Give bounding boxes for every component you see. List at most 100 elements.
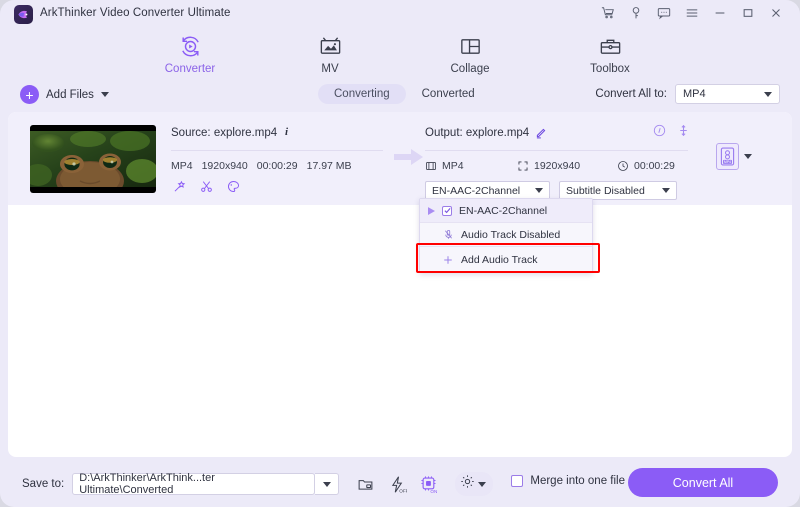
add-files-button[interactable]: + Add Files: [20, 85, 109, 104]
scissors-icon[interactable]: [200, 180, 213, 193]
output-header: Output: explore.mp4: [425, 124, 690, 142]
chevron-down-icon: [535, 188, 543, 193]
convert-all-to-value: MP4: [683, 88, 706, 100]
output-format: MP4: [442, 160, 464, 172]
app-window: ArkThinker Video Converter Ultimate Conv…: [0, 0, 800, 507]
resize-icon: [518, 161, 528, 171]
key-icon[interactable]: [622, 0, 650, 26]
save-to-group: Save to: D:\ArkThinker\ArkThink...ter Ul…: [22, 472, 494, 496]
info-circle-icon[interactable]: [653, 124, 666, 142]
format-badge-icon: MP4: [716, 143, 739, 170]
window-controls: [594, 0, 790, 26]
convert-all-to-group: Convert All to: MP4: [595, 84, 780, 104]
bottom-bar: Save to: D:\ArkThinker\ArkThink...ter Ul…: [0, 457, 800, 507]
tab-converting[interactable]: Converting: [318, 84, 406, 104]
edit-pencil-icon[interactable]: [535, 128, 546, 139]
tab-label: Converter: [164, 63, 216, 75]
source-resolution: 1920x940: [201, 160, 248, 172]
cart-icon[interactable]: [594, 0, 622, 26]
dropdown-item-en-aac-2channel[interactable]: EN-AAC-2Channel: [420, 199, 592, 222]
tab-mv[interactable]: MV: [283, 28, 377, 75]
tab-converted[interactable]: Converted: [406, 84, 491, 104]
save-to-path-dropdown[interactable]: [315, 473, 340, 495]
dropdown-item-audio-track-disabled[interactable]: Audio Track Disabled: [420, 223, 592, 246]
output-actions: [653, 124, 690, 142]
output-duration-group: 00:00:29: [617, 160, 675, 172]
dropdown-item-label: EN-AAC-2Channel: [459, 204, 548, 217]
mv-icon: [318, 32, 343, 60]
source-header: Source: explore.mp4 i: [171, 124, 386, 142]
maximize-icon[interactable]: [734, 0, 762, 26]
chevron-down-icon: [322, 481, 331, 487]
play-triangle-icon: [428, 206, 435, 215]
gpu-acceleration-on-icon[interactable]: ON: [417, 472, 441, 496]
status-filter-tabs: Converting Converted: [318, 84, 491, 104]
tab-label: Collage: [450, 63, 490, 75]
merge-split-icon[interactable]: [677, 124, 690, 142]
chevron-down-icon: [478, 481, 487, 487]
file-item-card: Source: explore.mp4 i MP4 1920x940 00:00…: [8, 112, 792, 205]
svg-text:i: i: [285, 126, 289, 137]
convert-all-to-label: Convert All to:: [595, 88, 667, 100]
conversion-arrow-icon: [394, 148, 424, 171]
toolbox-icon: [598, 32, 623, 60]
title-bar: ArkThinker Video Converter Ultimate: [0, 0, 800, 26]
audio-track-value: EN-AAC-2Channel: [432, 184, 521, 197]
subtitle-value: Subtitle Disabled: [566, 184, 645, 197]
film-icon: [426, 162, 436, 170]
output-resolution: 1920x940: [534, 160, 581, 172]
tab-label: Toolbox: [590, 63, 630, 75]
output-format-group: MP4: [425, 160, 517, 172]
converter-icon: [178, 32, 203, 60]
source-tool-icons: [173, 180, 386, 193]
tab-collage[interactable]: Collage: [423, 28, 517, 75]
menu-icon[interactable]: [678, 0, 706, 26]
chevron-down-icon[interactable]: [744, 154, 752, 159]
magic-wand-icon[interactable]: [173, 180, 186, 193]
output-format-button[interactable]: MP4: [716, 143, 752, 170]
chevron-down-icon: [764, 91, 772, 97]
microphone-off-icon: [445, 229, 452, 239]
window-title: ArkThinker Video Converter Ultimate: [40, 7, 231, 19]
output-divider: [425, 150, 688, 151]
convert-all-button[interactable]: Convert All: [628, 468, 778, 497]
source-column: Source: explore.mp4 i MP4 1920x940 00:00…: [171, 124, 386, 193]
file-list-panel: Source: explore.mp4 i MP4 1920x940 00:00…: [8, 112, 792, 457]
add-files-label: Add Files: [46, 88, 94, 101]
feedback-icon[interactable]: [650, 0, 678, 26]
video-thumbnail[interactable]: [30, 125, 156, 193]
app-logo-icon: [14, 5, 33, 24]
fast-conversion-off-icon[interactable]: OFF: [385, 472, 409, 496]
output-filename: Output: explore.mp4: [425, 127, 530, 139]
source-divider: [171, 150, 383, 151]
convert-all-to-select[interactable]: MP4: [675, 84, 780, 104]
collage-icon: [458, 32, 483, 60]
gear-icon: [460, 474, 475, 494]
output-resolution-group: 1920x940: [517, 160, 617, 172]
thumbnail-image: [30, 131, 156, 187]
source-meta: MP4 1920x940 00:00:29 17.97 MB: [171, 160, 386, 172]
source-duration: 00:00:29: [256, 160, 298, 172]
palette-icon[interactable]: [227, 180, 240, 193]
plus-icon: +: [20, 85, 39, 104]
output-column: Output: explore.mp4 MP4 1920x940 00:00:2…: [425, 124, 690, 200]
info-italic-icon[interactable]: i: [283, 124, 292, 142]
save-to-path-input[interactable]: D:\ArkThinker\ArkThink...ter Ultimate\Co…: [72, 472, 316, 496]
merge-into-one-file-checkbox[interactable]: Merge into one file: [511, 475, 625, 487]
close-icon[interactable]: [762, 0, 790, 26]
dropdown-item-add-audio-track[interactable]: Add Audio Track: [420, 247, 592, 272]
checkbox-icon: [511, 475, 524, 487]
clock-icon: [618, 161, 628, 171]
output-meta: MP4 1920x940 00:00:29: [425, 160, 690, 172]
audio-track-dropdown-menu: EN-AAC-2Channel Audio Track Disabled Add…: [419, 198, 593, 273]
preferences-button[interactable]: [455, 472, 494, 496]
action-bar: + Add Files Converting Converted Convert…: [0, 80, 800, 112]
chevron-down-icon[interactable]: [100, 92, 109, 97]
tab-converter[interactable]: Converter: [143, 28, 237, 75]
main-nav-tabs: Converter MV Collage Toolbox: [0, 26, 800, 80]
minimize-icon[interactable]: [706, 0, 734, 26]
output-duration: 00:00:29: [634, 160, 675, 172]
tab-toolbox[interactable]: Toolbox: [563, 28, 657, 75]
open-folder-icon[interactable]: [353, 472, 377, 496]
plus-icon: [444, 255, 452, 264]
